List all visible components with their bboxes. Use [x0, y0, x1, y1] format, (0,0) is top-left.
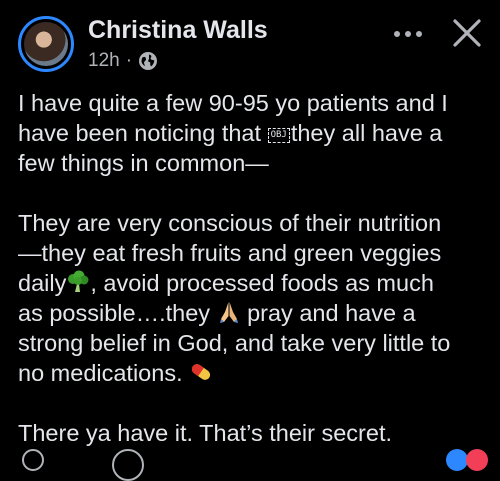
text-line: have been noticing that OBJ they all have… [18, 118, 496, 148]
text-line: —they eat fresh fruits and green veggies [18, 240, 442, 266]
more-dot [405, 31, 411, 37]
text-segment: pray and have a [240, 300, 416, 326]
pill-icon [192, 364, 211, 380]
more-options-button[interactable] [390, 22, 426, 46]
comment-action-icon[interactable] [112, 449, 144, 481]
text-line: They are very conscious of their nutriti… [18, 210, 442, 236]
text-line: I have quite a few 90-95 yo patients and… [18, 90, 448, 116]
folded-hands-icon [219, 302, 238, 323]
text-segment: no medications. [18, 360, 183, 386]
close-icon[interactable] [450, 16, 484, 50]
post-time[interactable]: 12h [88, 50, 120, 72]
avatar[interactable] [18, 16, 74, 72]
more-dot [394, 31, 400, 37]
text-line: daily , avoid processed foods as much [18, 268, 496, 298]
profile-photo [24, 22, 68, 66]
text-line: no medications. [18, 358, 496, 388]
text-segment: daily [18, 270, 67, 296]
text-line: strong belief in God, and take very litt… [18, 330, 451, 356]
paragraph-2: They are very conscious of their nutriti… [18, 208, 496, 388]
paragraph-1: I have quite a few 90-95 yo patients and… [18, 88, 496, 178]
like-action-icon[interactable] [22, 449, 44, 471]
object-placeholder: OBJ [267, 128, 290, 143]
text-segment: they all have a [290, 120, 443, 146]
text-segment: as possible….they [18, 300, 211, 326]
text-line: as possible….they pray and have a [18, 298, 496, 328]
facebook-post: Christina Walls 12h · I have quite a few… [0, 0, 500, 481]
post-meta: 12h · [88, 50, 158, 72]
paragraph-3: There ya have it. That’s their secret. [18, 418, 496, 448]
action-bar [0, 447, 500, 481]
text-line: There ya have it. That’s their secret. [18, 420, 393, 446]
post-body: I have quite a few 90-95 yo patients and… [18, 88, 496, 478]
text-segment: have been noticing that [18, 120, 262, 146]
globe-icon[interactable] [138, 51, 158, 71]
text-line: few things in common— [18, 150, 269, 176]
author-name[interactable]: Christina Walls [88, 16, 268, 45]
meta-separator: · [125, 50, 133, 71]
post-header: Christina Walls 12h · [18, 12, 490, 76]
broccoli-icon [68, 270, 89, 292]
reaction-like-icon [446, 449, 468, 471]
more-dot [416, 31, 422, 37]
text-segment: , avoid processed foods as much [90, 270, 434, 296]
reaction-love-icon [466, 449, 488, 471]
